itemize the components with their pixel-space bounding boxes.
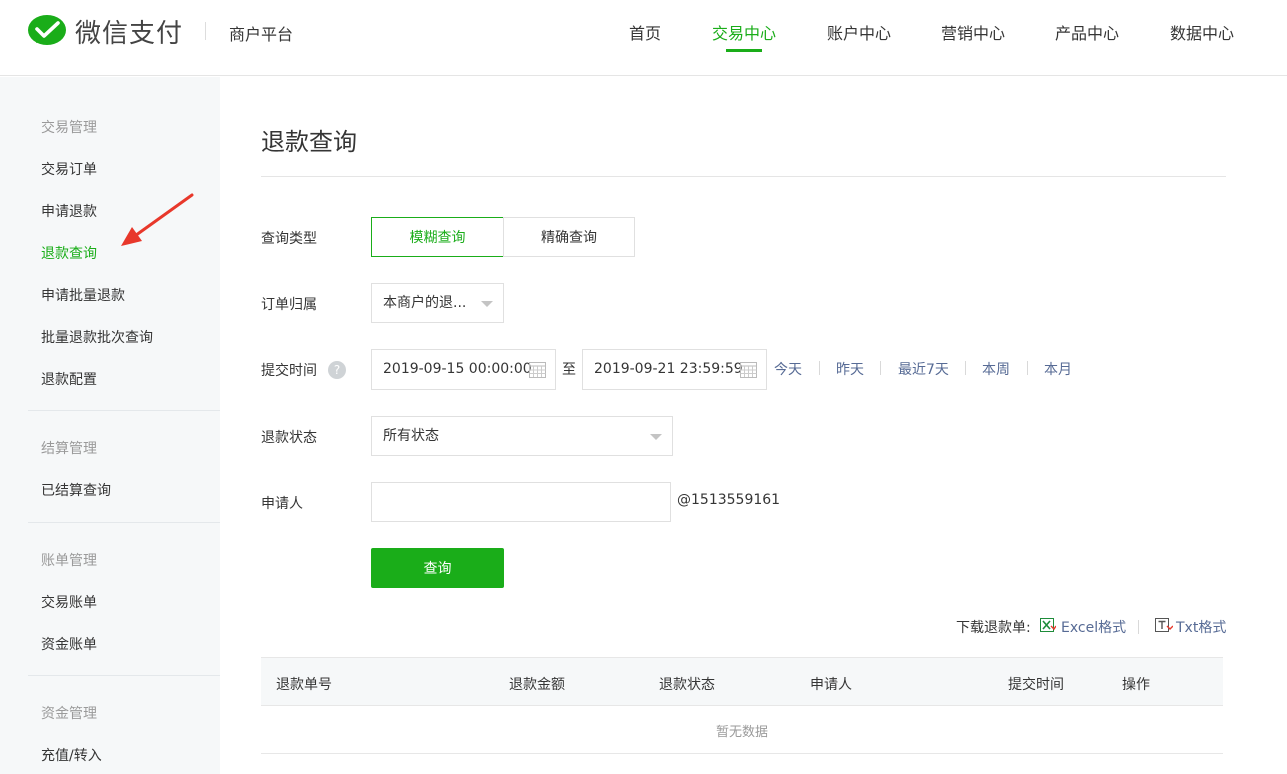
calendar-icon [740,362,757,378]
date-range-separator: 至 [562,362,576,378]
column-applicant: 申请人 [810,677,852,693]
refund-status-select[interactable]: 所有状态 [371,416,673,456]
sidebar-divider [28,410,220,411]
sidebar-item-fund-bill[interactable]: 资金账单 [41,634,97,654]
column-actions: 操作 [1122,677,1150,693]
start-date-input[interactable]: 2019-09-15 00:00:00 [371,349,556,390]
red-arrow-annotation [121,193,194,246]
nav-transaction-center[interactable]: 交易中心 [712,20,776,44]
refund-status-value: 所有状态 [383,428,439,444]
sidebar-group-settlement: 结算管理 [41,441,97,457]
query-type-fuzzy[interactable]: 模糊查询 [371,217,504,257]
sidebar-divider [28,522,220,523]
sidebar-item-settled-query[interactable]: 已结算查询 [41,480,111,500]
quick-separator [880,361,881,375]
end-date-input[interactable]: 2019-09-21 23:59:59 [582,349,767,390]
txt-icon [1155,618,1173,632]
quick-separator [819,361,820,375]
empty-state-text: 暂无数据 [715,725,768,740]
nav-product-center[interactable]: 产品中心 [1055,20,1119,44]
quick-this-month[interactable]: 本月 [1044,359,1072,379]
page-title: 退款查询 [261,128,357,156]
sidebar-group-bills: 账单管理 [41,553,97,569]
logo-text: 微信支付 [75,19,184,49]
refund-status-label: 退款状态 [261,430,317,446]
column-refund-no: 退款单号 [276,677,332,693]
search-button[interactable]: 查询 [371,548,504,588]
help-icon[interactable]: ? [328,361,346,379]
sidebar-item-orders[interactable]: 交易订单 [41,159,97,179]
nav-data-center[interactable]: 数据中心 [1170,20,1234,44]
sidebar: 交易管理 交易订单 申请退款 退款查询 申请批量退款 批量退款批次查询 退款配置… [0,77,220,774]
order-owner-value: 本商户的退... [383,295,467,311]
nav-home[interactable]: 首页 [629,20,661,44]
calendar-icon [529,362,546,378]
title-divider [261,176,1226,177]
chevron-down-icon [481,301,493,307]
nav-marketing-center[interactable]: 营销中心 [941,20,1005,44]
sidebar-item-batch-query[interactable]: 批量退款批次查询 [41,327,153,347]
start-date-value: 2019-09-15 00:00:00 [383,361,532,377]
sidebar-item-apply-refund[interactable]: 申请退款 [41,201,97,221]
submit-time-label: 提交时间 [261,363,317,379]
download-excel-link[interactable]: Excel格式 [1061,617,1126,637]
nav-account-center[interactable]: 账户中心 [827,20,891,44]
nav-active-indicator [726,49,762,52]
query-type-label: 查询类型 [261,231,317,247]
wechat-pay-logo-icon [28,14,66,45]
quick-yesterday[interactable]: 昨天 [836,359,864,379]
top-header: 微信支付 商户平台 首页 交易中心 账户中心 营销中心 产品中心 数据中心 [0,0,1287,76]
column-submit-time: 提交时间 [1008,677,1064,693]
query-type-exact[interactable]: 精确查询 [503,217,635,257]
quick-separator [965,361,966,375]
column-refund-amount: 退款金额 [509,677,565,693]
sidebar-item-recharge[interactable]: 充值/转入 [41,745,102,765]
chevron-down-icon [650,434,662,440]
order-owner-label: 订单归属 [261,297,317,313]
sidebar-group-transaction: 交易管理 [41,120,97,136]
download-txt-link[interactable]: Txt格式 [1176,617,1226,637]
excel-icon [1040,618,1056,632]
applicant-input[interactable] [371,482,671,522]
end-date-value: 2019-09-21 23:59:59 [594,361,743,377]
table-row: 暂无数据 [261,706,1223,754]
table-header: 退款单号 退款金额 退款状态 申请人 提交时间 操作 [261,657,1223,706]
sidebar-item-batch-refund[interactable]: 申请批量退款 [41,285,125,305]
quick-today[interactable]: 今天 [774,359,802,379]
download-label: 下载退款单: [956,620,1031,636]
sidebar-item-refund-config[interactable]: 退款配置 [41,369,97,389]
applicant-label: 申请人 [261,496,303,512]
sidebar-item-transaction-bill[interactable]: 交易账单 [41,592,97,612]
sidebar-item-refund-query[interactable]: 退款查询 [41,243,97,263]
sidebar-group-funds: 资金管理 [41,706,97,722]
quick-last-7-days[interactable]: 最近7天 [898,359,949,379]
quick-separator [1027,361,1028,375]
wechat-pay-logo[interactable]: 微信支付 [27,13,183,50]
column-refund-status: 退款状态 [659,677,715,693]
logo-divider [205,22,206,40]
sidebar-divider [28,675,220,676]
quick-this-week[interactable]: 本周 [982,359,1010,379]
order-owner-select[interactable]: 本商户的退... [371,283,504,323]
applicant-suffix: @1513559161 [677,492,781,508]
platform-name: 商户平台 [229,25,294,44]
download-separator [1138,620,1139,634]
